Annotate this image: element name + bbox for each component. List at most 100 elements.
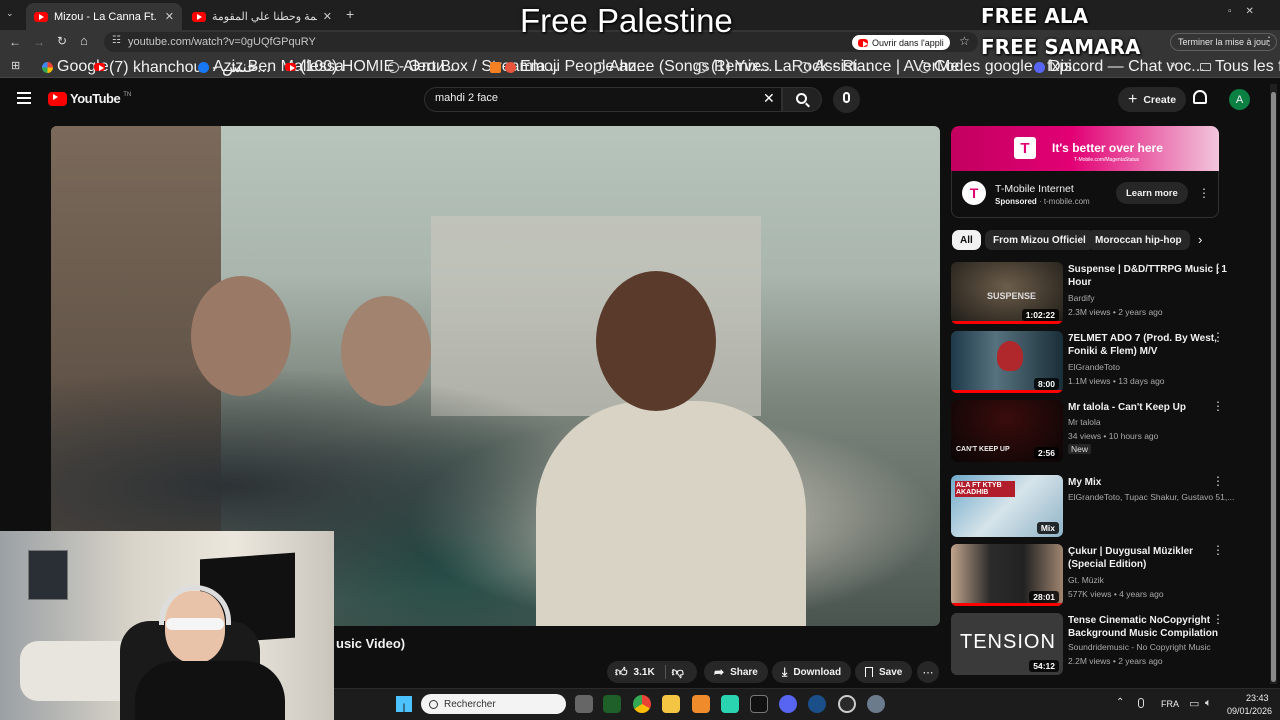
open-in-app-button[interactable]: Ouvrir dans l'appli — [852, 35, 950, 50]
obs-icon[interactable] — [838, 695, 856, 713]
avatar[interactable]: A — [1229, 89, 1250, 110]
download-button[interactable]: ⤓ Download — [772, 661, 852, 683]
ad-sponsored-line: Sponsored · t-mobile.com — [995, 197, 1090, 206]
settings-gear-icon[interactable] — [867, 695, 885, 713]
google-icon — [42, 61, 53, 73]
more-options-icon[interactable]: ⋮ — [1212, 613, 1224, 625]
folder-icon — [1200, 63, 1211, 71]
share-icon: ➦ — [714, 665, 725, 679]
microphone-tray-icon[interactable] — [1138, 698, 1144, 708]
tab-current[interactable]: Mizou - La Canna Ft. @KatibaS ✕ — [26, 3, 182, 30]
save-button[interactable]: Save — [855, 661, 913, 683]
file-explorer-icon[interactable] — [662, 695, 680, 713]
like-divider — [664, 665, 666, 679]
list-item[interactable]: CAN'T KEEP UP 2:56 Mr talola - Can't Kee… — [951, 400, 1253, 462]
list-item[interactable]: 8:00 7ELMET ADO 7 (Prod. By West, Foniki… — [951, 331, 1253, 393]
chrome-icon[interactable] — [633, 695, 651, 713]
list-item[interactable]: 28:01 Çukur | Duygusal Müzikler (Special… — [951, 544, 1253, 606]
ad-banner-text: It's better over here — [1052, 141, 1163, 155]
clock-date[interactable]: 09/01/2026 — [1227, 706, 1272, 716]
thumbnail: 8:00 — [951, 331, 1063, 393]
more-bookmarks-icon[interactable]: » — [1170, 59, 1176, 70]
scrollbar-thumb[interactable] — [1271, 92, 1276, 682]
more-options-icon[interactable]: ⋮ — [1212, 331, 1224, 343]
capcut-icon[interactable] — [750, 695, 768, 713]
reload-icon[interactable]: ↻ — [57, 34, 67, 48]
channel-name[interactable]: Mr talola — [1068, 417, 1101, 427]
more-options-icon[interactable]: ⋮ — [1212, 544, 1224, 556]
home-icon[interactable]: ⌂ — [80, 33, 88, 48]
tab-second[interactable]: كليب محكمة وحطنا علي المقومة ✕ — [184, 3, 340, 30]
watch-progress — [951, 603, 1063, 606]
all-bookmarks[interactable]: Tous les favoris — [1200, 58, 1280, 75]
ad-banner[interactable]: T It's better over here T-Mobile.com/Mag… — [951, 126, 1219, 171]
network-icon[interactable]: ▭ — [1189, 697, 1199, 710]
learn-more-button[interactable]: Learn more — [1116, 182, 1188, 204]
youtube-logo[interactable]: YouTube TN — [48, 91, 131, 106]
more-options-icon[interactable]: ⋮ — [1212, 400, 1224, 412]
close-tab-icon[interactable]: ✕ — [323, 10, 332, 23]
chip-moroccan-hiphop[interactable]: Moroccan hip-hop — [1087, 230, 1190, 250]
update-button[interactable]: Terminer la mise à jour — [1170, 33, 1278, 51]
microphone-icon — [843, 92, 850, 103]
channel-name[interactable]: Soundridemusic - No Copyright Music — [1068, 642, 1211, 652]
tab-search-icon[interactable]: ⌄ — [6, 8, 14, 19]
app-icon-orange[interactable] — [692, 695, 710, 713]
duration-badge: 28:01 — [1029, 591, 1059, 603]
app-icon-green[interactable] — [603, 695, 621, 713]
create-button[interactable]: + Create — [1118, 87, 1187, 112]
volume-icon[interactable]: 🔈︎ — [1205, 697, 1212, 710]
more-options-icon[interactable]: ⋮ — [1212, 262, 1224, 274]
globe-icon — [696, 61, 707, 73]
more-options-icon[interactable]: ⋮ — [1212, 475, 1224, 487]
bookmark-discord[interactable]: Discord — Chat voc... — [1034, 58, 1205, 75]
plus-icon: + — [1128, 90, 1138, 108]
clear-search-icon[interactable]: ✕ — [763, 90, 775, 107]
channel-name[interactable]: ElGrandeToto, Tupac Shakur, Gustavo 51,.… — [1068, 492, 1234, 502]
webcam-person-body — [135, 661, 285, 720]
hamburger-menu-icon[interactable] — [17, 92, 31, 104]
duration-badge: 8:00 — [1033, 378, 1059, 390]
like-button[interactable]: 👍︎ 3.1K 👎︎ — [607, 661, 697, 683]
ad-kebab-icon[interactable]: ⋮ — [1198, 186, 1210, 200]
new-badge: New — [1068, 444, 1092, 454]
site-info-icon[interactable]: ☷ — [112, 35, 121, 46]
bookmark-star-icon[interactable]: ☆ — [959, 34, 970, 48]
search-input[interactable]: mahdi 2 face — [424, 87, 782, 112]
video-frame-head-left — [191, 276, 291, 396]
close-tab-icon[interactable]: ✕ — [165, 10, 174, 23]
menu-kebab-icon[interactable]: ⋮ — [1263, 34, 1275, 48]
windows-start-icon[interactable] — [396, 696, 412, 712]
list-item[interactable]: SUSPENSE 1:02:22 Suspense | D&D/TTRPG Mu… — [951, 262, 1253, 324]
window-controls[interactable]: ▫✕ — [1228, 6, 1268, 17]
channel-name[interactable]: ElGrandeToto — [1068, 362, 1120, 372]
channel-name[interactable]: Bardify — [1068, 293, 1094, 303]
channel-name[interactable]: Gt. Müzik — [1068, 575, 1104, 585]
forward-icon[interactable]: → — [33, 35, 45, 49]
apps-grid-icon[interactable]: ⊞ — [11, 59, 20, 72]
webcam-poster — [28, 550, 68, 600]
back-icon[interactable]: ← — [9, 35, 21, 49]
chevron-right-icon[interactable]: › — [1198, 232, 1202, 247]
clock-time[interactable]: 23:43 — [1246, 693, 1269, 703]
list-item[interactable]: TENSION 54:12 Tense Cinematic NoCopyrigh… — [951, 613, 1253, 675]
notifications-bell-icon[interactable] — [1193, 90, 1207, 104]
globe-icon — [388, 61, 399, 73]
app-icon-teal[interactable] — [721, 695, 739, 713]
list-item[interactable]: ALA FT KTYB AKADHIB Mix My Mix ElGrandeT… — [951, 475, 1253, 537]
video-title: usic Video) — [336, 636, 406, 651]
chip-all[interactable]: All — [952, 230, 981, 250]
youtube-play-icon — [48, 91, 67, 106]
steam-icon[interactable] — [808, 695, 826, 713]
tray-overflow-icon[interactable]: ⌃ — [1116, 697, 1124, 708]
taskbar-search[interactable]: Rechercher — [421, 694, 566, 714]
more-actions-button[interactable]: ⋯ — [917, 661, 939, 683]
thumbs-down-icon[interactable]: 👎︎ — [672, 665, 684, 680]
share-button[interactable]: ➦ Share — [704, 661, 768, 683]
new-tab-button[interactable]: + — [346, 6, 354, 22]
task-view-icon[interactable] — [575, 695, 593, 713]
youtube-app-icon — [858, 38, 868, 47]
chip-from-channel[interactable]: From Mizou Officiel — [985, 230, 1094, 250]
discord-icon[interactable] — [779, 695, 797, 713]
language-indicator[interactable]: FRA — [1161, 699, 1179, 709]
